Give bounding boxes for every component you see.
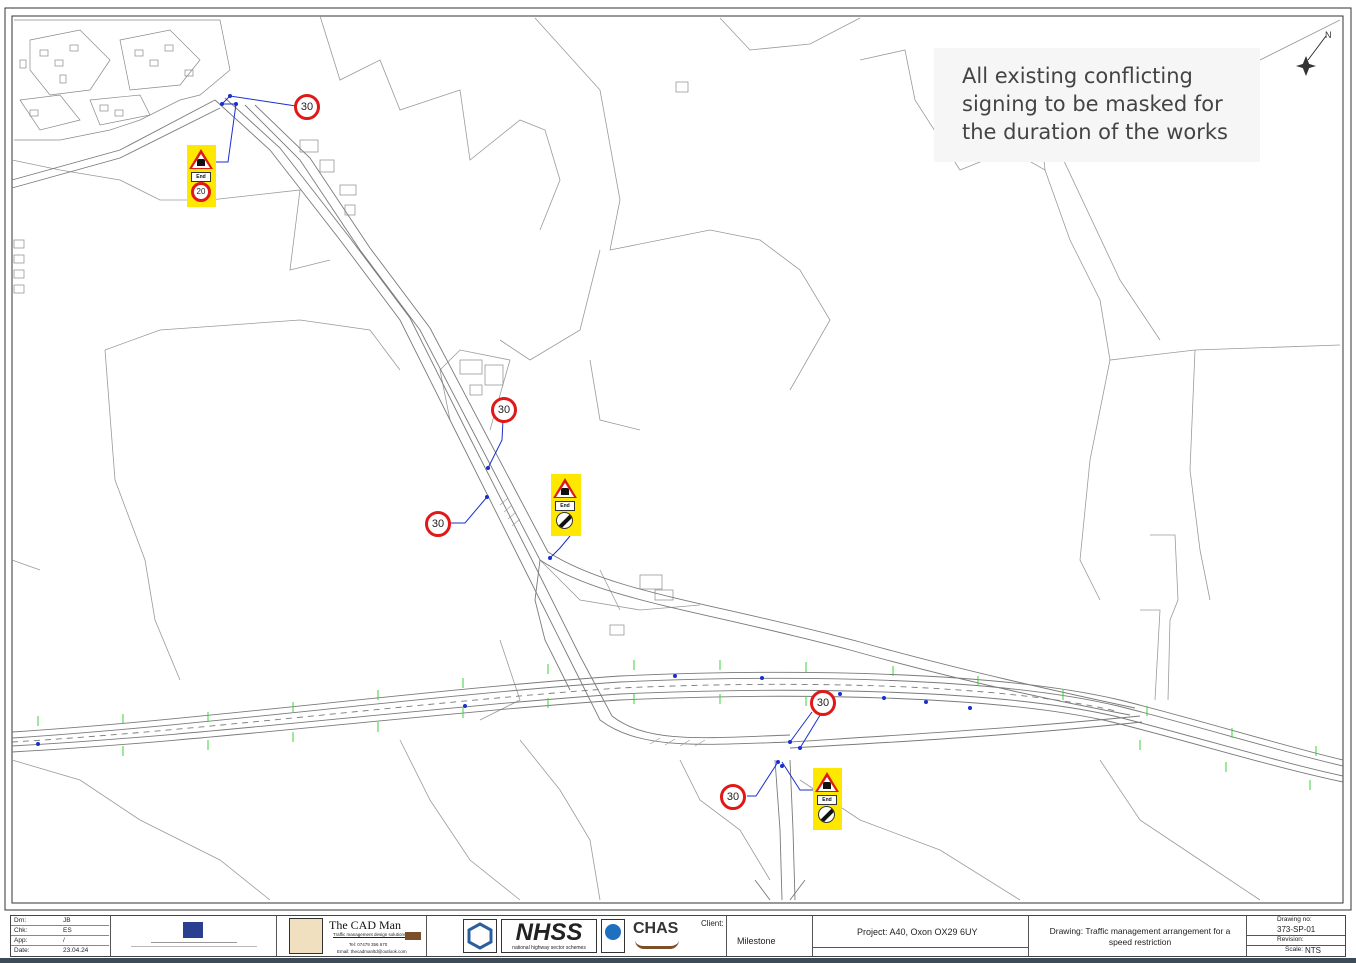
drn-value: JB [63,917,71,924]
client-label: Client: [701,919,724,928]
project-cell: Project: A40, Oxon OX29 6UY [813,916,1029,956]
app-label: App: [14,937,28,944]
date-label: Date: [14,947,30,954]
note-line-3: the duration of the works [962,120,1228,144]
a40-road [11,671,1344,783]
note-line-1: All existing conflicting [962,64,1193,88]
company-tel: Tel: 07479 356 670 [349,942,388,947]
national-speed-limit-icon [818,806,835,823]
drn-label: Drn: [14,917,27,924]
speed-limit-sign: 30 [491,397,517,423]
date-value: 23.04.24 [63,947,89,954]
drawing-no-label: Drawing no: [1277,916,1312,923]
scale-value: NTS [1305,946,1321,955]
merge-hatching [499,497,706,747]
drawing-title-cell: Drawing: Traffic management arrangement … [1029,916,1247,956]
speed-limit-20-sign: 20 [191,182,211,202]
constructionline-logo-icon [463,919,497,953]
speed-limit-sign: 30 [294,94,320,120]
roadworks-sign-assembly: End 20 [187,145,216,207]
client-name: Milestone [737,936,776,946]
accreditation-logo-icon [405,932,421,940]
housing-left-edge [13,239,25,294]
speed-limit-sign: 30 [425,511,451,537]
drawing-title: Drawing: Traffic management arrangement … [1049,926,1231,947]
housing-estate [14,19,231,141]
worker-icon [197,159,205,166]
note-line-2: signing to be masked for [962,92,1223,116]
project-text: Project: A40, Oxon OX29 6UY [857,927,978,937]
drawing-sheet: N All existing conflicting signing to be… [0,0,1356,963]
company-email: Email: thecadmanltd@outlook.com [337,949,407,954]
accreditations-cell: NHSS national highway sector schemes CHA… [427,916,727,956]
company-tagline: Traffic management design solutions [333,932,407,937]
end-plate: End [191,172,211,182]
chk-label: Chk: [14,927,28,934]
speed-limit-sign: 30 [720,784,746,810]
north-letter: N [1325,30,1332,40]
chas-swoosh-icon [635,940,679,949]
drawing-number-cell: Drawing no: 373-SP-01 Revision: Scale: N… [1247,916,1345,956]
revision-label: Revision: [1277,936,1304,943]
scale-label: Scale: [1285,946,1304,953]
end-plate: End [817,795,837,805]
nhss-subtitle: national highway sector schemes [512,945,586,951]
end-plate: End [555,501,575,511]
worker-icon [561,488,569,495]
worker-icon [823,782,831,789]
roadworks-sign-assembly: End [813,768,842,830]
nhss-logo: NHSS national highway sector schemes [501,919,597,953]
chas-logo: CHAS [633,920,679,937]
masking-note: All existing conflicting signing to be m… [934,48,1260,162]
title-block: Drn: JB Chk: ES App: / Date: 23.04.24 The CA… [10,915,1346,957]
north-arrow: N [1296,30,1332,76]
iso-logo-icon [601,919,625,953]
company-name: The CAD Man [329,918,401,932]
roadworks-sign-assembly: End [551,474,581,536]
chk-value: ES [63,927,72,934]
app-value: / [63,937,65,944]
cad-man-cell: The CAD Man Traffic management design so… [277,916,427,956]
approvals-cell: Drn: JB Chk: ES App: / Date: 23.04.24 [11,916,111,956]
speed-limit-sign: 30 [810,690,836,716]
window-bottom-bar [0,958,1356,963]
farm-buildings [299,81,689,636]
sign-posts [36,94,972,768]
drawing-no-value: 373-SP-01 [1277,925,1316,934]
national-speed-limit-icon [556,512,573,529]
client-logo-icon [183,922,203,938]
nhss-text: NHSS [515,919,583,946]
client-cell: Client: Milestone [697,916,813,956]
cad-man-logo-icon [289,918,323,954]
client-logo-cell [111,916,277,956]
